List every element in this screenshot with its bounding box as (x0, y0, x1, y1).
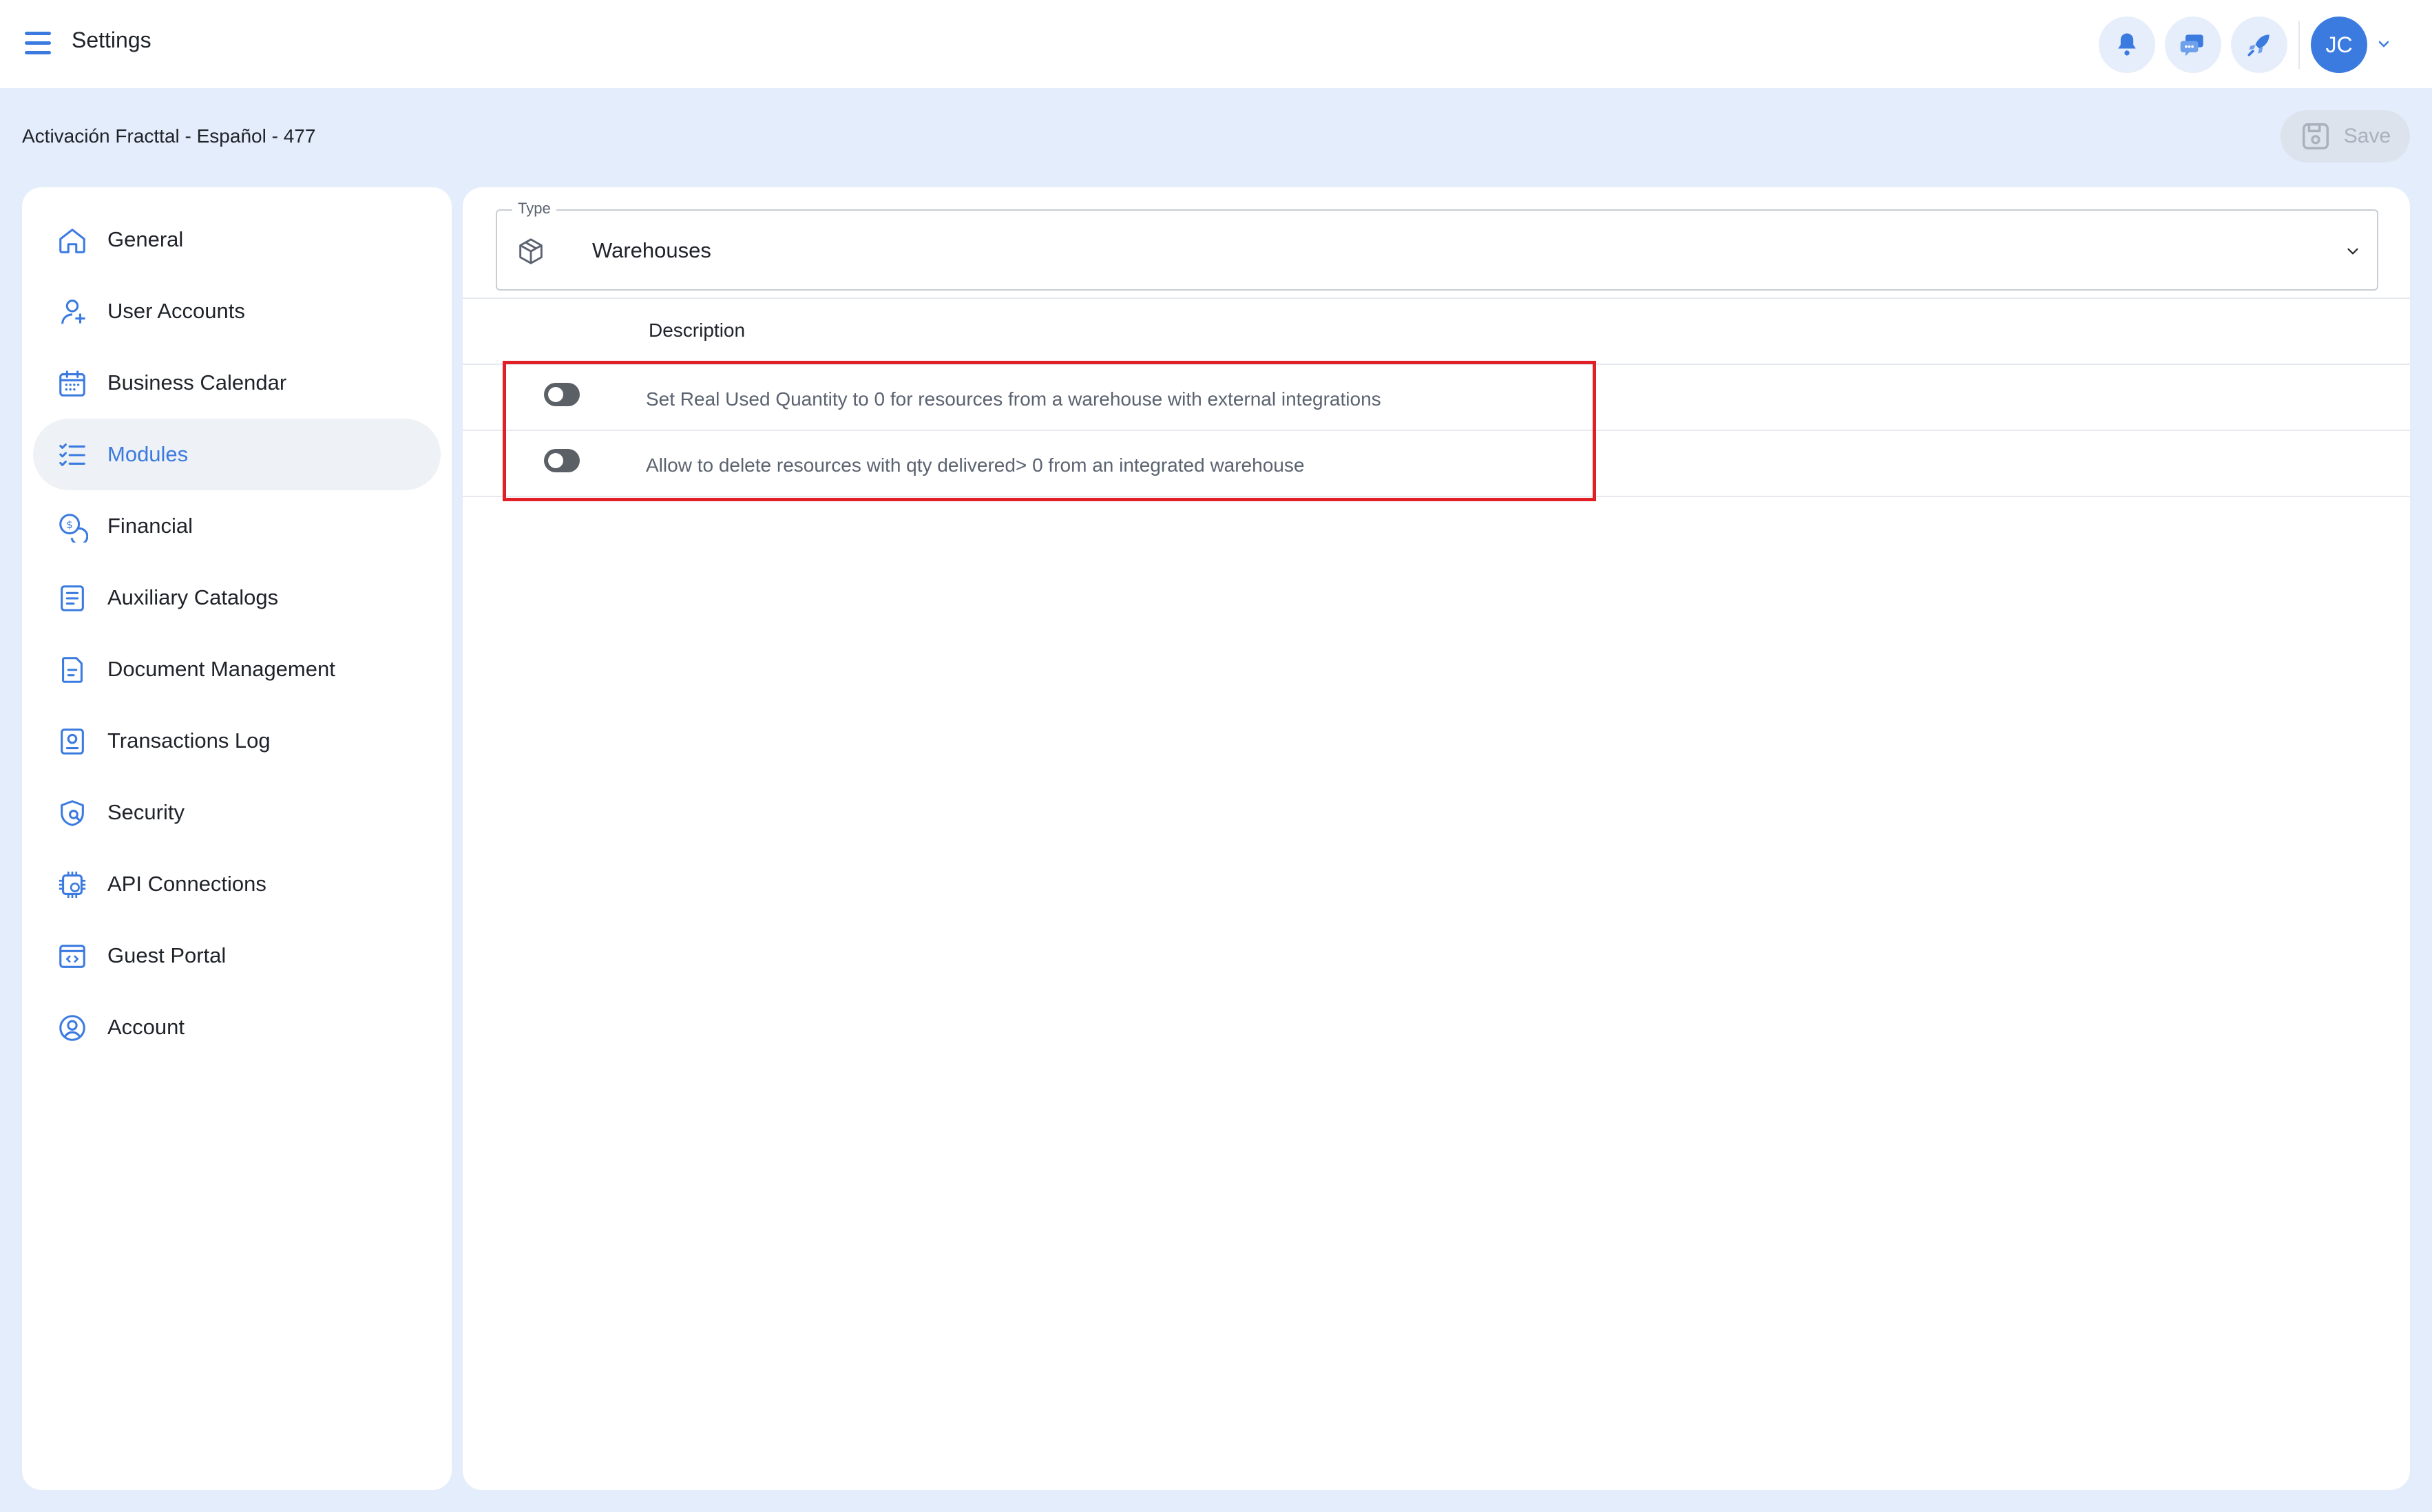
catalog-icon (56, 582, 88, 614)
sidebar-item-business-calendar[interactable]: Business Calendar (33, 347, 441, 419)
sidebar-item-label: Financial (107, 514, 193, 538)
top-bar: Settings JC (0, 0, 2432, 88)
divider (2298, 21, 2300, 69)
sidebar-item-document-management[interactable]: Document Management (33, 633, 441, 705)
sidebar-item-modules[interactable]: Modules (33, 419, 441, 490)
sidebar-item-label: General (107, 227, 184, 251)
api-icon (56, 869, 88, 901)
home-icon (56, 224, 88, 256)
sidebar-item-label: Document Management (107, 657, 335, 681)
sidebar-item-label: Business Calendar (107, 370, 287, 395)
organization-name: Activación Fracttal - Español - 477 (22, 125, 316, 147)
save-button[interactable]: Save (2281, 110, 2410, 162)
save-label: Save (2343, 125, 2391, 147)
sidebar-item-label: Modules (107, 442, 189, 466)
sidebar-item-label: Security (107, 800, 185, 824)
account-icon (56, 1012, 88, 1044)
portal-icon (56, 941, 88, 972)
coin-icon: $ (56, 511, 89, 546)
table-header: Description (463, 297, 2410, 365)
shield-icon (56, 797, 88, 829)
sidebar-item-label: User Accounts (107, 299, 245, 323)
page-title: Settings (72, 28, 151, 52)
type-select[interactable]: Type Warehouses (496, 200, 2378, 291)
calendar-icon (56, 368, 88, 399)
avatar[interactable]: JC (2311, 17, 2367, 73)
log-icon (56, 726, 88, 757)
box-icon (515, 235, 547, 267)
notifications-button[interactable] (2099, 17, 2155, 73)
chat-icon (2180, 34, 2203, 56)
sidebar-item-financial[interactable]: $ Financial (33, 490, 441, 562)
user-icon (56, 296, 88, 328)
save-icon (2302, 123, 2329, 149)
launch-button[interactable] (2231, 17, 2287, 73)
chevron-down-icon[interactable] (2376, 36, 2392, 52)
type-value: Warehouses (592, 238, 711, 262)
sidebar-item-label: Guest Portal (107, 943, 227, 967)
document-icon (56, 654, 88, 686)
toggle-switch[interactable] (544, 449, 580, 472)
sidebar-item-api-connections[interactable]: API Connections (33, 848, 441, 920)
type-label: Type (512, 200, 556, 218)
sidebar-item-general[interactable]: General (33, 204, 441, 275)
sidebar-item-user-accounts[interactable]: User Accounts (33, 275, 441, 347)
chevron-down-icon[interactable] (2344, 242, 2362, 260)
sidebar-item-account[interactable]: Account (33, 991, 441, 1063)
sidebar-item-guest-portal[interactable]: Guest Portal (33, 920, 441, 991)
checklist-icon (56, 439, 88, 471)
chat-button[interactable] (2165, 17, 2221, 73)
sidebar-item-label: Transactions Log (107, 728, 271, 753)
row-description: Allow to delete resources with qty deliv… (646, 454, 1305, 476)
sidebar-item-security[interactable]: Security (33, 777, 441, 848)
sidebar-item-label: API Connections (107, 872, 266, 896)
bell-icon (2118, 33, 2136, 56)
svg-text:$: $ (66, 518, 73, 531)
table-row: Set Real Used Quantity to 0 for resource… (463, 365, 2410, 431)
menu-icon[interactable] (25, 32, 52, 55)
sidebar-item-auxiliary-catalogs[interactable]: Auxiliary Catalogs (33, 562, 441, 633)
toggle-switch[interactable] (544, 383, 580, 406)
row-description: Set Real Used Quantity to 0 for resource… (646, 388, 1381, 410)
sidebar: General User Accounts Business Calendar … (22, 187, 452, 1490)
sidebar-item-transactions-log[interactable]: Transactions Log (33, 705, 441, 777)
rocket-icon (2247, 34, 2269, 56)
sidebar-item-label: Account (107, 1015, 185, 1039)
sidebar-item-label: Auxiliary Catalogs (107, 585, 279, 609)
table-row: Allow to delete resources with qty deliv… (463, 431, 2410, 497)
column-header-description: Description (649, 319, 746, 341)
main-panel: Type Warehouses Description Set Real Use… (463, 187, 2410, 1490)
